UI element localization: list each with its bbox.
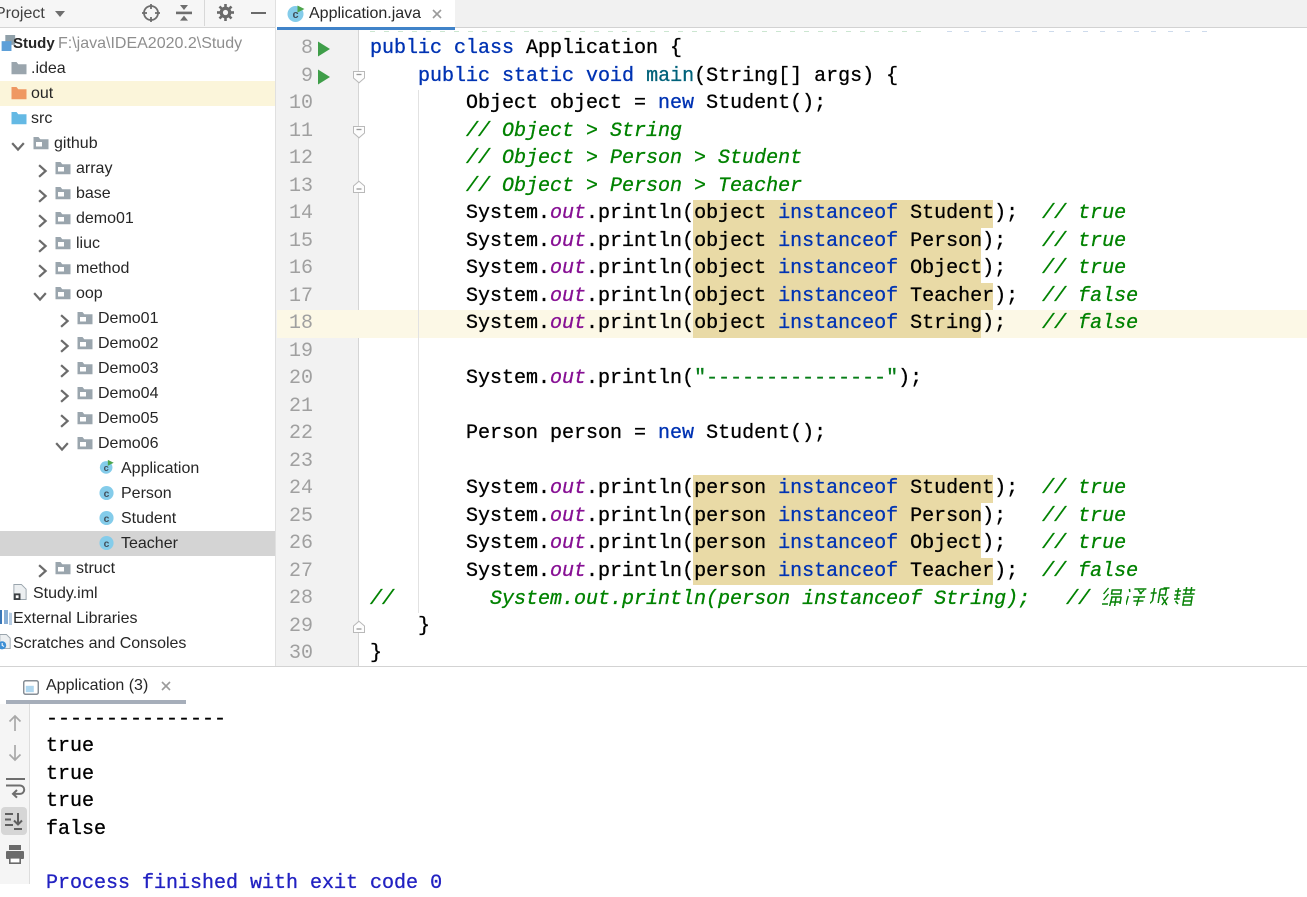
svg-text:c: c bbox=[104, 463, 109, 473]
svg-text:c: c bbox=[104, 489, 110, 500]
svg-text:c: c bbox=[292, 9, 298, 21]
svg-text:c: c bbox=[104, 539, 110, 550]
svg-text:c: c bbox=[104, 514, 110, 525]
